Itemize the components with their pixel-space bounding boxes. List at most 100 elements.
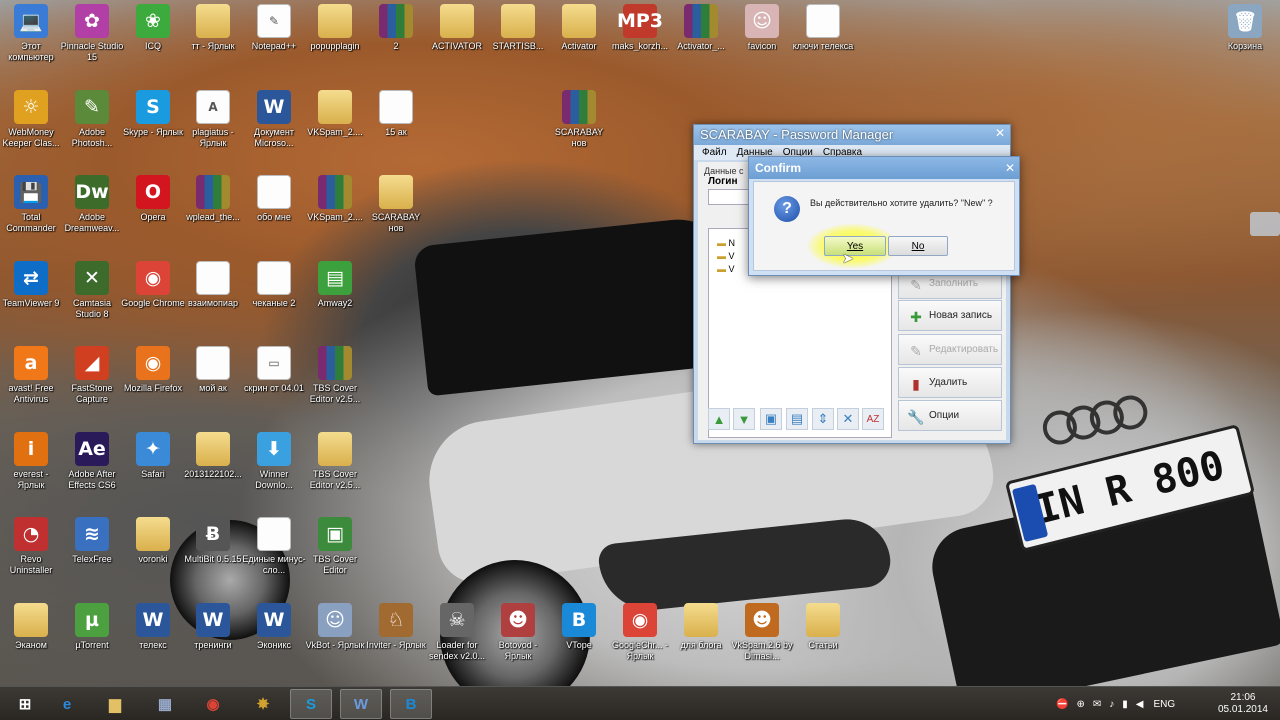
desktop-icon[interactable]: ❀ ICQ <box>122 4 184 52</box>
desktop-icon[interactable]: ключи телекса <box>792 4 854 52</box>
sort-az-icon[interactable]: AZ <box>862 408 884 430</box>
desktop-icon[interactable]: для блога <box>670 603 732 651</box>
desktop-icon[interactable]: a avast! Free Antivirus <box>0 346 62 405</box>
desktop-icon[interactable]: ◔ Revo Uninstaller <box>0 517 62 576</box>
desktop-icon[interactable]: 💾 Total Commander <box>0 175 62 234</box>
desktop-icon[interactable]: ☼ WebMoney Keeper Clas... <box>0 90 62 149</box>
close-icon[interactable]: ✕ <box>1005 161 1015 175</box>
desktop-icon[interactable]: ≋ TelexFree <box>61 517 123 565</box>
password-manager-taskbar-icon[interactable]: ✸ <box>242 689 284 719</box>
desktop-icon[interactable]: TBS Cover Editor v2.5... <box>304 346 366 405</box>
desktop-icon[interactable]: MP3 maks_korzh... <box>609 4 671 52</box>
options-button[interactable]: 🔧 Опции <box>898 400 1002 431</box>
desktop-icon[interactable]: ✎ Notepad++ <box>243 4 305 52</box>
desktop-icon[interactable]: ⇄ TeamViewer 9 <box>0 261 62 309</box>
desktop-icon[interactable]: ☺ favicon <box>731 4 793 52</box>
tray-icon[interactable]: ⛔ <box>1056 699 1068 710</box>
tree-item[interactable]: ▬ N <box>717 237 735 250</box>
desktop-icon[interactable]: ◢ FastStone Capture <box>61 346 123 405</box>
desktop-icon[interactable]: VKSpam_2.... <box>304 90 366 138</box>
desktop-icon[interactable]: чеканые 2 <box>243 261 305 309</box>
desktop-icon[interactable]: ✎ Adobe Photosh... <box>61 90 123 149</box>
network-icon[interactable]: ▮ <box>1122 699 1128 710</box>
desktop-icon[interactable]: 2 <box>365 4 427 52</box>
desktop-icon[interactable]: Activator_... <box>670 4 732 52</box>
word-taskbar-icon[interactable]: W <box>340 689 382 719</box>
desktop-icon[interactable]: popupplagin <box>304 4 366 52</box>
desktop-icon[interactable]: Wтренинги <box>182 603 244 651</box>
desktop-icon[interactable]: ✦ Safari <box>122 432 184 480</box>
desktop-icon[interactable]: обо мне <box>243 175 305 223</box>
desktop-icon[interactable]: Единые минус-сло... <box>242 517 306 576</box>
desktop-icon[interactable]: ✿ Pinnacle Studio 15 <box>61 4 123 63</box>
tree-item[interactable]: ▬ V <box>717 263 735 276</box>
window-title[interactable]: SCARABAY - Password Manager <box>694 125 1010 145</box>
desktop-icon[interactable]: Эканом <box>0 603 62 651</box>
close-icon[interactable]: ✕ <box>993 126 1007 140</box>
desktop-icon[interactable]: i everest - Ярлык <box>0 432 62 491</box>
desktop-icon[interactable]: TBS Cover Editor v2.5... <box>304 432 366 491</box>
folder-icon[interactable]: ▤ <box>786 408 808 430</box>
desktop-icon[interactable]: µ µTorrent <box>61 603 123 651</box>
desktop-icon[interactable]: SCARABAY нов <box>365 175 427 234</box>
desktop-icon[interactable]: VKSpam_2.... <box>304 175 366 223</box>
desktop-icon[interactable]: wplead_the... <box>182 175 244 223</box>
skype-taskbar-icon[interactable]: S <box>290 689 332 719</box>
desktop-icon[interactable]: Dw Adobe Dreamweav... <box>61 175 123 234</box>
desktop-icon[interactable]: мой ак <box>182 346 244 394</box>
move-down-icon[interactable]: ▼ <box>733 408 755 430</box>
desktop-icon[interactable]: ☻ VkSpam.2.6 by Dimasi... <box>731 603 793 662</box>
delete-button[interactable]: ▮ Удалить <box>898 367 1002 398</box>
calculator-icon[interactable]: ▦ <box>144 689 186 719</box>
new-record-button[interactable]: ✚ Новая запись <box>898 300 1002 331</box>
desktop-icon[interactable]: ✕ Camtasia Studio 8 <box>61 261 123 320</box>
login-input[interactable] <box>708 189 750 205</box>
desktop-icon[interactable]: ▤ Amway2 <box>304 261 366 309</box>
desktop-icon[interactable]: 💻 Этот компьютер <box>0 4 62 63</box>
volume-icon[interactable]: ◀ <box>1136 699 1144 710</box>
yes-button[interactable]: Yes <box>824 236 886 256</box>
dialog-title[interactable]: Confirm <box>749 157 1019 179</box>
language-indicator[interactable]: ENG <box>1153 699 1175 710</box>
file-explorer-icon[interactable]: ▆ <box>94 689 136 719</box>
tray-icon[interactable]: ♪ <box>1109 699 1114 710</box>
desktop-icon[interactable]: voronki <box>122 517 184 565</box>
desktop-icon[interactable]: B VTope <box>548 603 610 651</box>
desktop-icon[interactable]: взаимопиар <box>182 261 244 309</box>
tab-data[interactable]: Данные с <box>704 166 744 176</box>
desktop-icon[interactable]: SCARABAY нов <box>548 90 610 149</box>
edit-button[interactable]: ✎ Редактировать <box>898 334 1002 365</box>
desktop-icon[interactable]: ☠ Loader for sendex v2.0... <box>426 603 488 662</box>
tray-icon[interactable]: ✉ <box>1093 699 1101 710</box>
desktop-icon[interactable]: Aplagiatus - Ярлык <box>182 90 244 149</box>
desktop-icon[interactable]: 2013122102... <box>182 432 244 480</box>
desktop-icon[interactable]: ☻ Botovod - Ярлык <box>487 603 549 662</box>
desktop-icon[interactable]: STARTISB... <box>487 4 549 52</box>
desktop-icon[interactable]: Activator <box>548 4 610 52</box>
desktop-icon[interactable]: ▣ TBS Cover Editor <box>304 517 366 576</box>
desktop-icon[interactable]: тт - Ярлык <box>182 4 244 52</box>
move-up-icon[interactable]: ▲ <box>708 408 730 430</box>
desktop-icon[interactable]: ◉ Google Chrome <box>121 261 185 309</box>
desktop-icon[interactable]: 🗑 Корзина <box>1214 4 1276 52</box>
internet-explorer-icon[interactable]: e <box>46 689 88 719</box>
desktop-icon[interactable]: Wтелекс <box>122 603 184 651</box>
start-button[interactable]: ⊞ <box>4 689 46 719</box>
new-folder-icon[interactable]: ▣ <box>760 408 782 430</box>
desktop-icon[interactable]: W Эконикс <box>243 603 305 651</box>
desktop-icon[interactable]: ◉ Mozilla Firefox <box>122 346 184 394</box>
desktop-icon[interactable]: S Skype - Ярлык <box>122 90 184 138</box>
no-button[interactable]: No <box>888 236 948 256</box>
menu-file[interactable]: Файл <box>702 147 727 158</box>
side-gadget-icon[interactable] <box>1250 212 1280 236</box>
desktop-icon[interactable]: Ae Adobe After Effects CS6 <box>61 432 123 491</box>
vtope-taskbar-icon[interactable]: B <box>390 689 432 719</box>
desktop-icon[interactable]: ☺ VkBot - Ярлык <box>304 603 366 651</box>
desktop-icon[interactable]: W Документ Microso... <box>243 90 305 149</box>
desktop-icon[interactable]: Статьи <box>792 603 854 651</box>
desktop-icon[interactable]: ⬇ Winner Downlo... <box>243 432 305 491</box>
desktop-icon[interactable]: ▭ скрин от 04.01 <box>243 346 305 394</box>
chrome-icon[interactable]: ◉ <box>192 689 234 719</box>
collapse-icon[interactable]: ✕ <box>837 408 859 430</box>
desktop-icon[interactable]: ACTIVATOR <box>426 4 488 52</box>
